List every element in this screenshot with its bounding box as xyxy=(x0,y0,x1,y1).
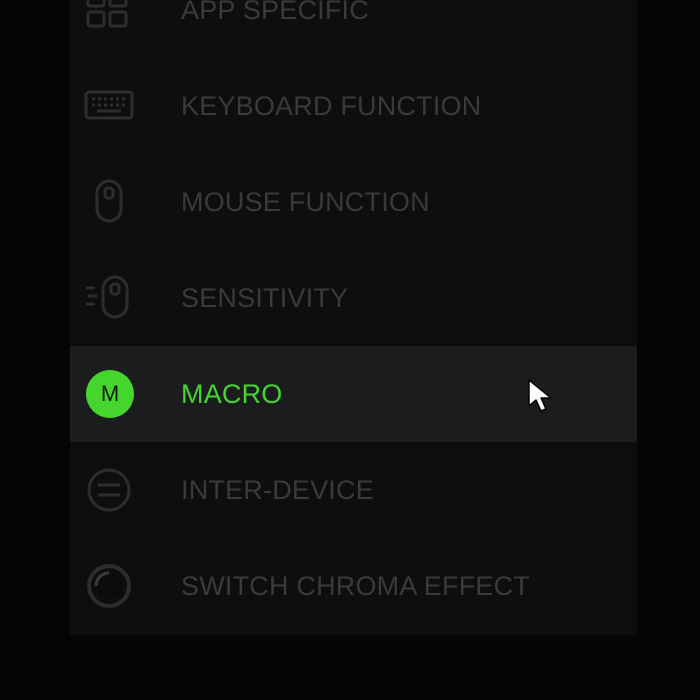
mouse-pointer-icon xyxy=(526,378,562,414)
menu-item-label: MOUSE FUNCTION xyxy=(181,187,430,217)
function-menu-panel: APP SPECIFIC KEYBOARD FUNCTION MOUSE FUN… xyxy=(70,0,637,635)
menu-item-keyboard-function[interactable]: KEYBOARD FUNCTION xyxy=(70,58,637,154)
menu-item-macro[interactable]: M MACRO xyxy=(70,346,637,442)
menu-item-app-specific[interactable]: APP SPECIFIC xyxy=(70,0,637,58)
chroma-effect-icon xyxy=(83,560,135,612)
menu-item-sensitivity[interactable]: SENSITIVITY xyxy=(70,250,637,346)
macro-icon: M xyxy=(86,370,134,418)
function-menu: APP SPECIFIC KEYBOARD FUNCTION MOUSE FUN… xyxy=(70,0,637,634)
menu-item-label: KEYBOARD FUNCTION xyxy=(181,91,482,121)
menu-item-mouse-function[interactable]: MOUSE FUNCTION xyxy=(70,154,637,250)
menu-item-label: MACRO xyxy=(181,379,283,409)
sensitivity-icon xyxy=(83,272,135,324)
menu-item-label: SENSITIVITY xyxy=(181,283,349,313)
keyboard-icon xyxy=(83,80,135,132)
mouse-icon xyxy=(83,176,135,228)
menu-item-label: SWITCH CHROMA EFFECT xyxy=(181,571,530,601)
menu-item-label: INTER-DEVICE xyxy=(181,475,374,505)
app-specific-icon xyxy=(83,0,135,36)
menu-item-switch-chroma-effect[interactable]: SWITCH CHROMA EFFECT xyxy=(70,538,637,634)
inter-device-icon xyxy=(83,464,135,516)
menu-item-inter-device[interactable]: INTER-DEVICE xyxy=(70,442,637,538)
menu-item-label: APP SPECIFIC xyxy=(181,0,369,25)
